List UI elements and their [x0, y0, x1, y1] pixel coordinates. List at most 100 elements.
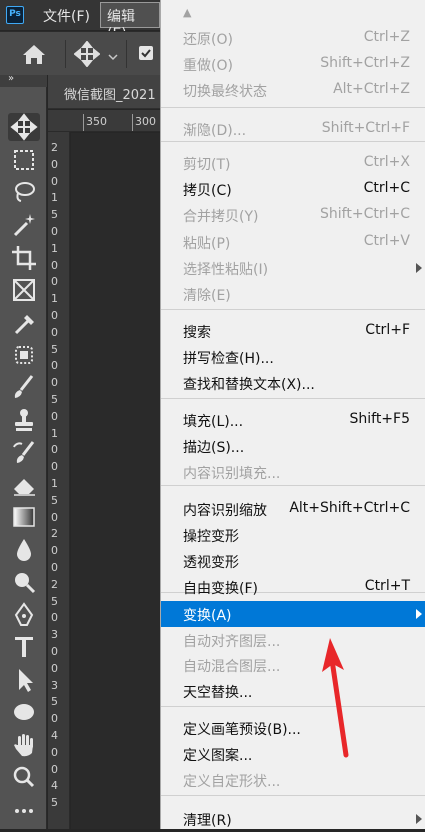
menu-item-label: 粘贴(P) [183, 236, 231, 252]
eraser-tool-icon[interactable] [8, 471, 40, 499]
scroll-up-icon[interactable]: ▲ [183, 6, 191, 19]
menu-item-label: 选择性粘贴(I) [183, 262, 269, 278]
menu-item-18[interactable]: 透视变形 [161, 548, 425, 574]
ruler-digit: 1 [51, 426, 58, 440]
submenu-arrow-icon [416, 263, 422, 273]
ruler-digit: 0 [51, 443, 58, 457]
menu-item-21[interactable]: 自动对齐图层... [161, 627, 425, 653]
menu-item-shortcut: Shift+Ctrl+Z [320, 55, 410, 71]
menu-item-0[interactable]: 还原(O) Ctrl+Z [161, 25, 425, 51]
lasso-tool-icon[interactable] [8, 178, 40, 206]
menu-item-25[interactable]: 定义图案... [161, 741, 425, 767]
type-tool-icon[interactable] [8, 633, 40, 661]
menu-item-label: 天空替换... [183, 685, 253, 701]
history-brush-tool-icon[interactable] [8, 439, 40, 467]
magic-wand-tool-icon[interactable] [8, 211, 40, 239]
menu-item-label: 清除(E) [183, 288, 231, 304]
menu-item-27[interactable]: 清理(R) [161, 806, 425, 832]
menu-item-9[interactable]: 清除(E) [161, 281, 425, 307]
ruler-digit: 0 [51, 661, 58, 675]
healing-brush-tool-icon[interactable] [8, 341, 40, 369]
ruler-digit: 4 [51, 779, 58, 793]
dodge-tool-icon[interactable] [8, 568, 40, 596]
blur-tool-icon[interactable] [8, 536, 40, 564]
frame-tool-icon[interactable] [8, 276, 40, 304]
menu-file[interactable]: 文件(F) [43, 6, 90, 26]
ruler-digit: 5 [51, 796, 58, 810]
hand-tool-icon[interactable] [8, 731, 40, 759]
ruler-digit: 1 [51, 191, 58, 205]
ruler-digit: 0 [51, 376, 58, 390]
menu-item-24[interactable]: 定义画笔预设(B)... [161, 715, 425, 741]
menu-item-label: 切换最终状态 [183, 84, 267, 100]
move-tool-icon[interactable] [8, 113, 40, 141]
menu-item-22[interactable]: 自动混合图层... [161, 652, 425, 678]
canvas-area[interactable] [71, 133, 160, 829]
menu-item-20[interactable]: 变换(A) [161, 601, 425, 627]
menu-item-label: 还原(O) [183, 32, 233, 48]
ruler-digit: 5 [51, 393, 58, 406]
panel-collapse-bar[interactable]: » [0, 73, 47, 87]
ruler-digit: 1 [51, 241, 58, 255]
submenu-arrow-icon [416, 609, 422, 619]
menu-item-8[interactable]: 选择性粘贴(I) [161, 255, 425, 281]
menu-item-17[interactable]: 操控变形 [161, 522, 425, 548]
menu-item-13[interactable]: 填充(L)... Shift+F5 [161, 407, 425, 433]
menu-item-16[interactable]: 内容识别缩放 Alt+Shift+Ctrl+C [161, 496, 425, 522]
auto-select-checkbox[interactable] [138, 45, 154, 65]
pen-tool-icon[interactable] [8, 601, 40, 629]
menu-edit[interactable]: 编辑(E) [100, 2, 160, 42]
menu-item-shortcut: Shift+F5 [349, 411, 410, 427]
menu-item-2[interactable]: 切换最终状态 Alt+Ctrl+Z [161, 77, 425, 103]
marquee-tool-icon[interactable] [8, 146, 40, 174]
ruler-tick [132, 114, 133, 131]
menu-item-14[interactable]: 描边(S)... [161, 433, 425, 459]
zoom-tool-icon[interactable] [8, 763, 40, 791]
ruler-label: 350 [86, 115, 107, 128]
menu-item-19[interactable]: 自由变换(F) Ctrl+T [161, 574, 425, 600]
menu-item-23[interactable]: 天空替换... [161, 678, 425, 704]
menu-item-1[interactable]: 重做(O) Shift+Ctrl+Z [161, 51, 425, 77]
chevron-down-icon[interactable] [107, 47, 119, 66]
menu-item-label: 透视变形 [183, 555, 239, 571]
menu-item-7[interactable]: 粘贴(P) Ctrl+V [161, 229, 425, 255]
menu-item-label: 合并拷贝(Y) [183, 209, 259, 225]
tools-panel: » [0, 73, 47, 829]
menu-item-label: 描边(S)... [183, 440, 245, 456]
menu-item-15[interactable]: 内容识别填充... [161, 459, 425, 485]
home-icon[interactable] [21, 42, 47, 70]
move-tool-icon[interactable] [73, 40, 101, 71]
eyedropper-tool-icon[interactable] [8, 309, 40, 337]
more-tools-icon[interactable] [8, 797, 40, 825]
brush-tool-icon[interactable] [8, 373, 40, 401]
document-tab[interactable]: 微信截图_2021 [48, 75, 160, 109]
ellipse-tool-icon[interactable] [8, 698, 40, 726]
menu-item-26[interactable]: 定义自定形状... [161, 767, 425, 793]
ruler-digit: 1 [51, 477, 58, 490]
ruler-digit: 2 [51, 527, 58, 541]
gradient-tool-icon[interactable] [8, 503, 40, 531]
menu-item-11[interactable]: 拼写检查(H)... [161, 344, 425, 370]
menu-item-label: 操控变形 [183, 529, 239, 545]
menu-item-12[interactable]: 查找和替换文本(X)... [161, 370, 425, 396]
menu-bar: Ps 文件(F) 编辑(E) [0, 0, 160, 42]
ruler-digit: 0 [51, 561, 58, 574]
ruler-label: 300 [135, 115, 156, 128]
menu-item-shortcut: Shift+Ctrl+F [321, 120, 410, 136]
crop-tool-icon[interactable] [8, 244, 40, 272]
menu-item-label: 清理(R) [183, 813, 232, 829]
clone-stamp-tool-icon[interactable] [8, 406, 40, 434]
vertical-ruler: 2 0 0 1 5 0 1 0 0 1 0 0 5 0 0 5 0 1 0 0 1 5 0 2 0 0 2 5 0 3 0 0 3 5 0 4 0 0 4 5 [48, 132, 70, 829]
double-chevron-icon[interactable]: » [8, 73, 14, 84]
menu-item-label: 自由变换(F) [183, 581, 258, 597]
menu-item-10[interactable]: 搜索 Ctrl+F [161, 318, 425, 344]
menu-item-6[interactable]: 合并拷贝(Y) Shift+Ctrl+C [161, 202, 425, 228]
menu-separator [161, 485, 425, 486]
path-selection-tool-icon[interactable] [8, 666, 40, 694]
ruler-digit: 0 [51, 510, 58, 524]
menu-item-5[interactable]: 拷贝(C) Ctrl+C [161, 176, 425, 202]
menu-item-4[interactable]: 剪切(T) Ctrl+X [161, 150, 425, 176]
document-tab-title: 微信截图_2021 [64, 88, 156, 103]
menu-item-3[interactable]: 渐隐(D)... Shift+Ctrl+F [161, 116, 425, 142]
menu-item-shortcut: Ctrl+F [365, 322, 410, 338]
